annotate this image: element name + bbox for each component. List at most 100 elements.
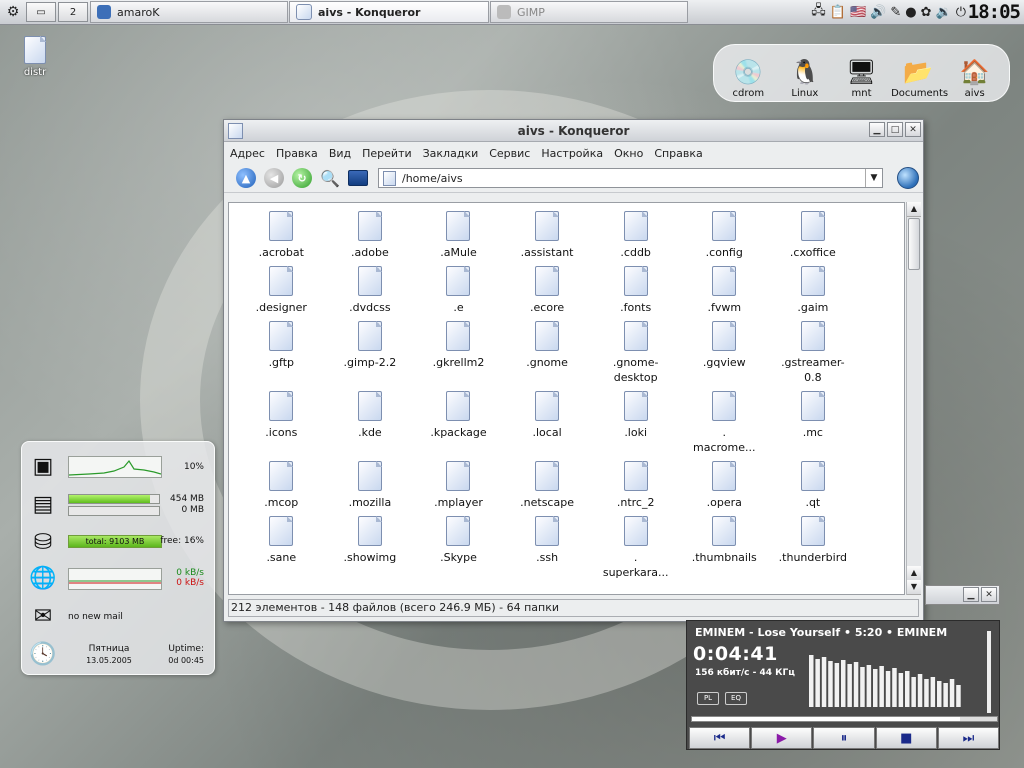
xmms-close-button[interactable]: ✕	[981, 587, 997, 602]
next-button[interactable]: ⏭	[937, 727, 1000, 749]
playlist-toggle-button[interactable]: PL	[697, 692, 719, 705]
file-item[interactable]: .gnome	[503, 319, 592, 385]
file-item[interactable]: .e	[414, 264, 503, 315]
globe-icon[interactable]	[897, 167, 919, 189]
file-item[interactable]: .gnome- desktop	[591, 319, 680, 385]
vertical-scrollbar[interactable]: ▲ ▲ ▼	[906, 202, 921, 595]
file-item[interactable]: .config	[680, 209, 769, 260]
menu-edit[interactable]: Правка	[276, 147, 318, 160]
file-item[interactable]: .mc	[769, 389, 858, 455]
device-linux[interactable]: 🐧 Linux	[778, 56, 832, 99]
menu-address[interactable]: Адрес	[230, 147, 265, 160]
task-amarok[interactable]: amaroK	[90, 1, 288, 23]
file-item[interactable]: .assistant	[503, 209, 592, 260]
xmms-minimize-button[interactable]: ▁	[963, 587, 979, 602]
desktop-pager-2[interactable]: 2	[58, 2, 88, 22]
file-item[interactable]: . macrome...	[680, 389, 769, 455]
equalizer-toggle-button[interactable]: EQ	[725, 692, 747, 705]
file-item[interactable]: .Skype	[414, 514, 503, 580]
window-titlebar[interactable]: aivs - Konqueror ▁ □ ✕	[224, 120, 923, 142]
device-documents[interactable]: 📂 Documents	[891, 56, 948, 99]
scroll-down-icon[interactable]: ▼	[907, 580, 921, 595]
menu-settings[interactable]: Настройка	[541, 147, 603, 160]
notes-icon[interactable]: ✎	[890, 5, 901, 20]
play-button[interactable]: ▶	[751, 727, 813, 749]
file-view[interactable]: .acrobat .adobe .aMule .assistant .cddb .conf…	[228, 202, 905, 595]
file-item[interactable]: .local	[503, 389, 592, 455]
terminal-button[interactable]	[346, 166, 370, 190]
file-item[interactable]: .gaim	[769, 264, 858, 315]
minimize-button[interactable]: ▁	[869, 122, 885, 137]
pause-button[interactable]: ⏸	[813, 727, 875, 749]
device-cdrom[interactable]: 💿 cdrom	[721, 56, 775, 99]
task-konqueror[interactable]: aivs - Konqueror	[289, 1, 489, 23]
volume-icon[interactable]: 🔊	[870, 5, 886, 20]
file-item[interactable]: .gimp-2.2	[326, 319, 415, 385]
file-item[interactable]: .gqview	[680, 319, 769, 385]
file-item[interactable]: .ssh	[503, 514, 592, 580]
file-item[interactable]: .gstreamer- 0.8	[769, 319, 858, 385]
xmms-titlebar[interactable]: ▁ ✕	[925, 585, 1000, 605]
file-item[interactable]: .mozilla	[326, 459, 415, 510]
file-item[interactable]: .gftp	[237, 319, 326, 385]
task-gimp[interactable]: GIMP	[490, 1, 688, 23]
file-item[interactable]: .ntrc_2	[591, 459, 680, 510]
file-item[interactable]: . superkara...	[591, 514, 680, 580]
keyboard-layout-flag-icon[interactable]: 🇺🇸	[850, 5, 866, 20]
menu-window[interactable]: Окно	[614, 147, 643, 160]
location-dropdown-icon[interactable]: ▼	[865, 169, 882, 187]
file-item[interactable]: .cddb	[591, 209, 680, 260]
previous-button[interactable]: ⏮	[689, 727, 751, 749]
maximize-button[interactable]: □	[887, 122, 903, 137]
reload-button[interactable]: ↻	[290, 166, 314, 190]
scroll-thumb[interactable]	[908, 218, 920, 270]
file-item[interactable]: .opera	[680, 459, 769, 510]
menu-help[interactable]: Справка	[654, 147, 702, 160]
file-item[interactable]: .gkrellm2	[414, 319, 503, 385]
icq-flower-icon[interactable]: ✿	[921, 5, 932, 20]
speaker-icon[interactable]: 🔉	[936, 5, 952, 20]
file-item[interactable]: .fonts	[591, 264, 680, 315]
file-item[interactable]: .thunderbird	[769, 514, 858, 580]
file-item[interactable]: .icons	[237, 389, 326, 455]
seek-bar[interactable]	[691, 716, 998, 722]
file-item[interactable]: .cxoffice	[769, 209, 858, 260]
scroll-up-icon[interactable]: ▲	[907, 202, 921, 217]
elapsed-time[interactable]: 0:04:41	[693, 643, 778, 665]
find-button[interactable]: 🔍	[318, 166, 342, 190]
song-title-marquee[interactable]: EMINEM - Lose Yourself • 5:20 • EMINEM	[695, 626, 979, 639]
kmenu-button[interactable]: ⚙	[0, 1, 26, 23]
close-button[interactable]: ✕	[905, 122, 921, 137]
stop-button[interactable]: ■	[875, 727, 937, 749]
volume-slider[interactable]	[987, 631, 991, 713]
file-item[interactable]: .qt	[769, 459, 858, 510]
device-mnt[interactable]: 🖥 mnt	[834, 56, 888, 99]
file-item[interactable]: .acrobat	[237, 209, 326, 260]
panel-clock[interactable]: 18:05	[968, 0, 1021, 24]
show-desktop-button[interactable]: ▭	[26, 2, 56, 22]
bomb-icon[interactable]: ●	[905, 5, 916, 20]
file-item[interactable]: .adobe	[326, 209, 415, 260]
window-document-icon[interactable]	[228, 123, 243, 139]
menu-view[interactable]: Вид	[329, 147, 351, 160]
file-item[interactable]: .thumbnails	[680, 514, 769, 580]
location-input[interactable]: /home/aivs	[402, 172, 463, 185]
menu-bookmarks[interactable]: Закладки	[423, 147, 479, 160]
up-button[interactable]: ▲	[234, 166, 258, 190]
location-bar[interactable]: /home/aivs ▼	[378, 168, 883, 188]
file-item[interactable]: .aMule	[414, 209, 503, 260]
file-item[interactable]: .dvdcss	[326, 264, 415, 315]
back-button[interactable]: ◀	[262, 166, 286, 190]
file-item[interactable]: .loki	[591, 389, 680, 455]
file-item[interactable]: .designer	[237, 264, 326, 315]
scroll-up-small-icon[interactable]: ▲	[907, 566, 921, 581]
file-item[interactable]: .netscape	[503, 459, 592, 510]
menu-tools[interactable]: Сервис	[489, 147, 530, 160]
file-item[interactable]: .mcop	[237, 459, 326, 510]
device-home[interactable]: 🏠 aivs	[948, 56, 1002, 99]
file-item[interactable]: .kde	[326, 389, 415, 455]
klipper-icon[interactable]: 📋	[830, 5, 846, 20]
menu-go[interactable]: Перейти	[362, 147, 412, 160]
file-item[interactable]: .showimg	[326, 514, 415, 580]
file-item[interactable]: .fvwm	[680, 264, 769, 315]
